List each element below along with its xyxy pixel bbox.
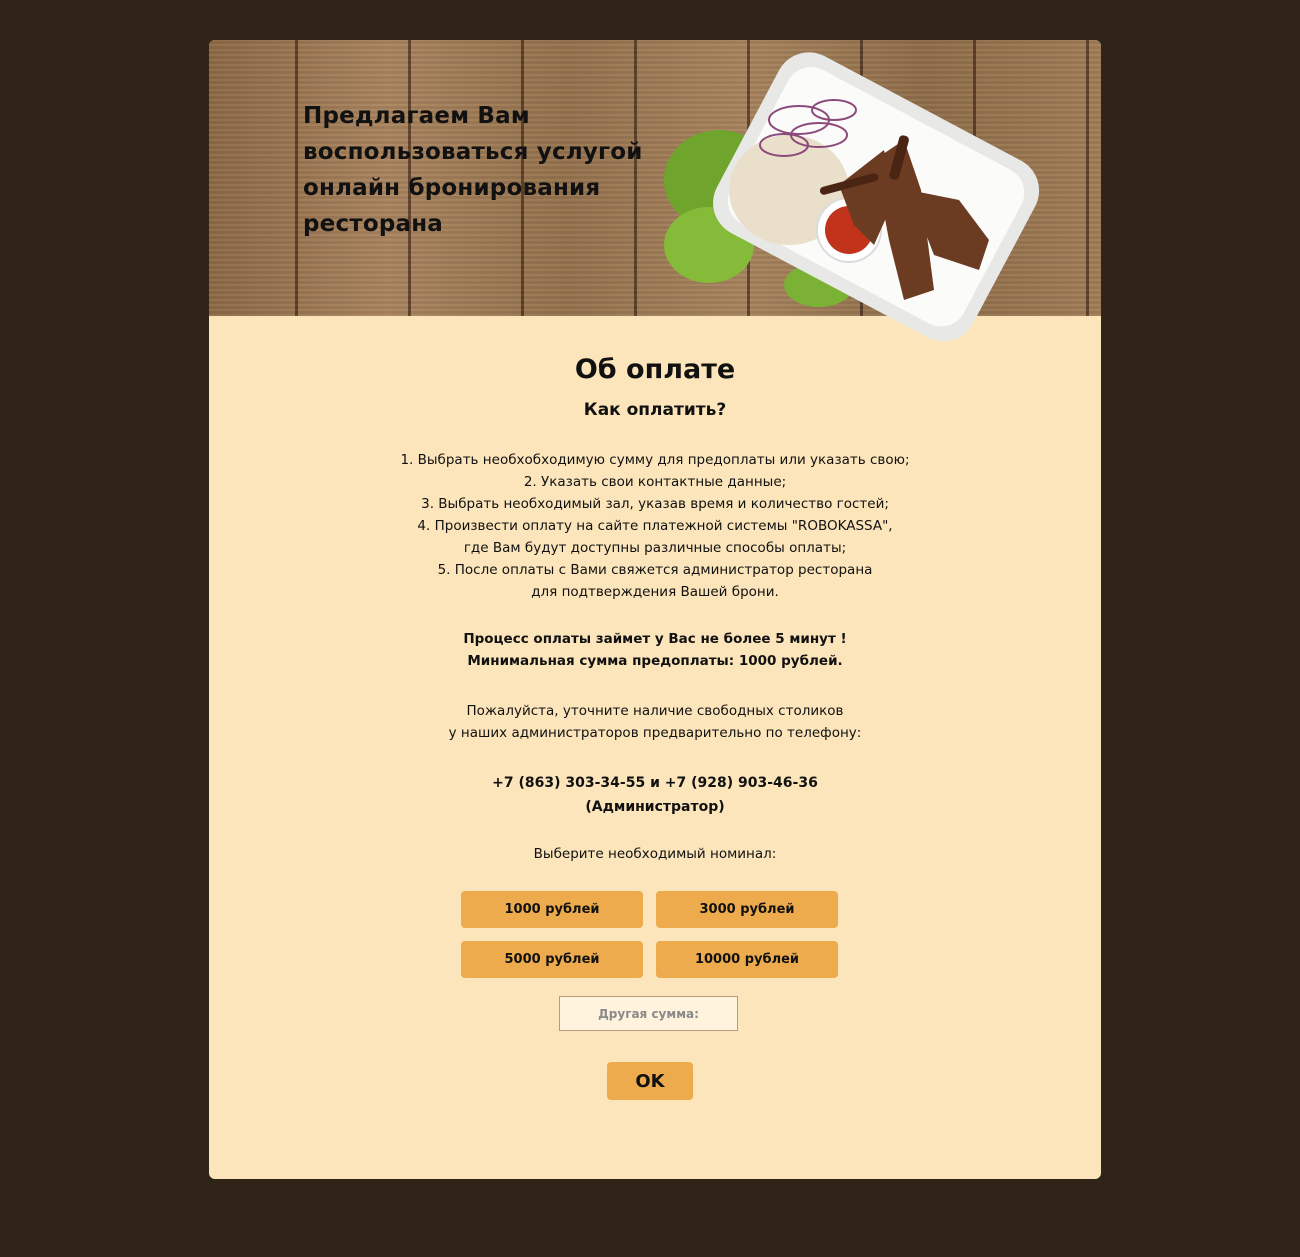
amount-button-1000[interactable]: 1000 рублей (461, 891, 643, 928)
payment-subheading: Как оплатить? (583, 400, 727, 420)
booking-card: Предлагаем Вам воспользоваться услугой о… (209, 40, 1101, 1179)
contact-phones: +7 (863) 303-34-55 и +7 (928) 903-46-36 … (209, 771, 1101, 819)
other-amount-input[interactable] (559, 996, 738, 1031)
minimum-prepayment-note: Минимальная сумма предоплаты: 1000 рубле… (467, 653, 843, 669)
step-line: 3. Выбрать необходимый зал, указав время… (421, 496, 889, 512)
amount-button-10000[interactable]: 10000 рублей (656, 941, 838, 978)
phone-role: (Администратор) (585, 799, 725, 815)
banner-title: Предлагаем Вам воспользоваться услугой о… (303, 103, 643, 237)
payment-time-note: Процесс оплаты займет у Вас не более 5 м… (463, 631, 847, 647)
availability-note: Пожалуйста, уточните наличие свободных с… (209, 700, 1101, 744)
step-line: 4. Произвести оплату на сайте платежной … (417, 518, 893, 534)
note-line: Пожалуйста, уточните наличие свободных с… (466, 703, 844, 719)
ok-button[interactable]: OK (607, 1062, 693, 1100)
step-line: где Вам будут доступны различные способы… (463, 540, 847, 556)
step-line: 1. Выбрать необхобходимую сумму для пред… (400, 452, 910, 468)
note-line: у наших администраторов предварительно п… (448, 725, 862, 741)
step-line: 2. Указать свои контактные данные; (523, 474, 787, 490)
amount-button-5000[interactable]: 5000 рублей (461, 941, 643, 978)
grilled-lamb-dish-image (664, 52, 1040, 342)
phone-numbers: +7 (863) 303-34-55 и +7 (928) 903-46-36 (492, 775, 818, 791)
payment-heading: Об оплате (574, 354, 736, 385)
payment-highlights: Процесс оплаты займет у Вас не более 5 м… (209, 628, 1101, 672)
step-line: для подтверждения Вашей брони. (531, 584, 779, 600)
payment-steps: 1. Выбрать необхобходимую сумму для пред… (209, 449, 1101, 603)
choose-amount-label: Выберите необходимый номинал: (533, 846, 777, 862)
step-line: 5. После оплаты с Вами свяжется админист… (437, 562, 873, 578)
amount-button-3000[interactable]: 3000 рублей (656, 891, 838, 928)
